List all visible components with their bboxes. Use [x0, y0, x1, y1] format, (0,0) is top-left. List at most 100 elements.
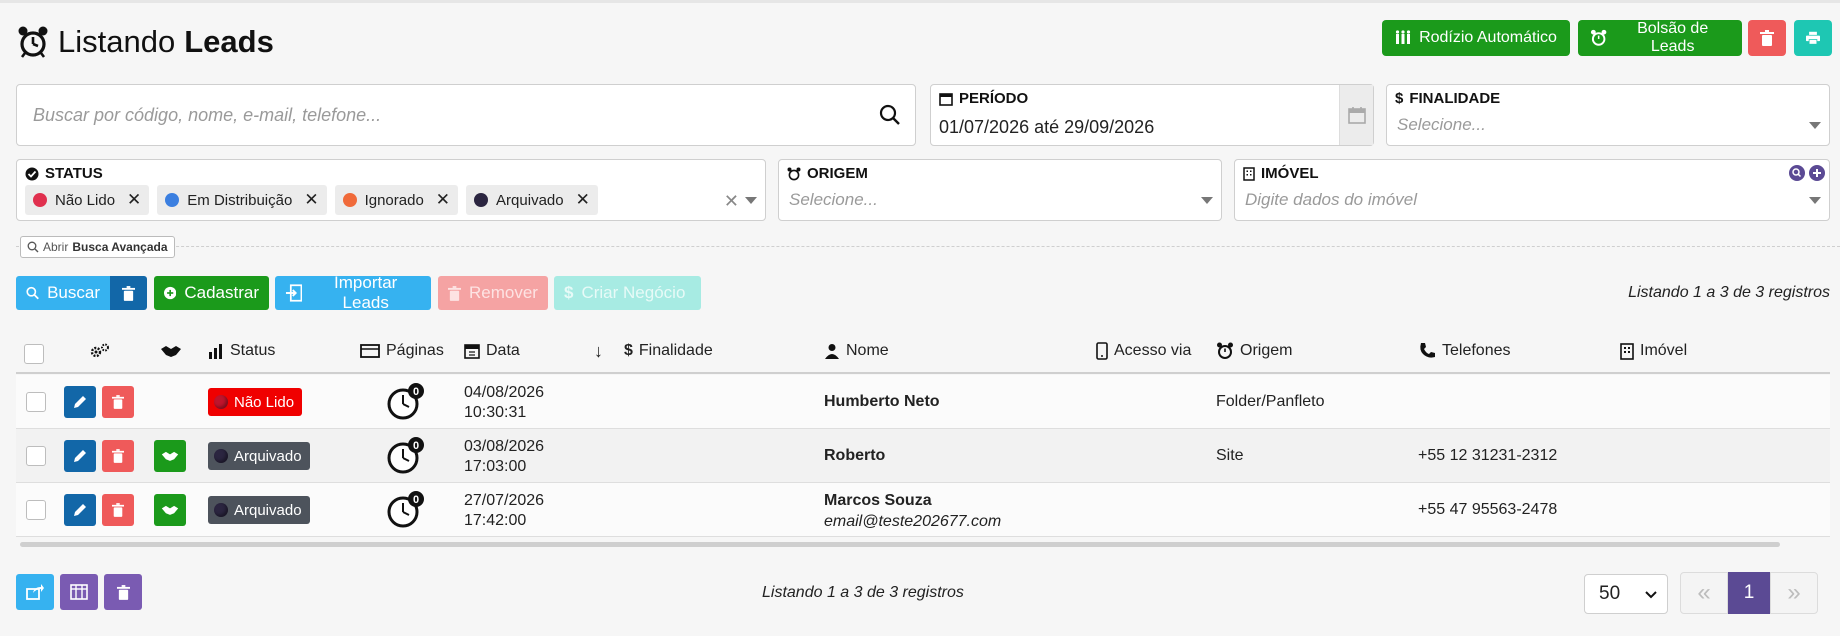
periodo-label-text: PERÍODO	[959, 90, 1029, 107]
origem-select[interactable]: ORIGEM Selecione...	[778, 159, 1222, 221]
periodo-calendar-toggle[interactable]	[1339, 85, 1373, 145]
clear-search-button[interactable]	[110, 276, 147, 310]
periodo-field[interactable]: PERÍODO 01/07/2026 até 29/09/2026	[930, 84, 1374, 146]
th-status[interactable]: Status	[208, 340, 275, 362]
alarm-clock-icon	[787, 167, 801, 180]
email-value[interactable]: email@teste202677.com	[824, 511, 1001, 532]
rodizio-automatico-label: Rodízio Automático	[1419, 29, 1557, 46]
columns-button[interactable]	[60, 574, 98, 610]
status-badge: Arquivado	[208, 442, 310, 470]
per-page-value: 50	[1599, 583, 1621, 604]
th-nome[interactable]: Nome	[824, 340, 889, 362]
edit-button[interactable]	[64, 494, 96, 526]
bulk-delete-button[interactable]	[104, 574, 142, 610]
date-value: 04/08/2026	[464, 384, 545, 401]
sort-desc-icon[interactable]: ↓	[594, 340, 603, 362]
export-button[interactable]	[16, 574, 54, 610]
remover-label: Remover	[469, 283, 538, 302]
search-circle-icon[interactable]	[1789, 165, 1805, 181]
edit-button[interactable]	[64, 386, 96, 418]
delete-button[interactable]	[1748, 20, 1786, 56]
listing-count-top: Listando 1 a 3 de 3 registros	[1628, 284, 1830, 301]
deal-button[interactable]	[154, 440, 186, 472]
date-cell: 04/08/2026 10:30:31	[464, 383, 544, 423]
origem-cell: Site	[1216, 447, 1244, 464]
pages-count: 0	[413, 386, 419, 398]
status-dot	[214, 449, 228, 463]
search-input[interactable]	[31, 103, 879, 127]
cadastrar-button[interactable]: Cadastrar	[154, 276, 269, 310]
check-circle-icon	[25, 167, 39, 180]
importar-leads-button[interactable]: Importar Leads	[275, 273, 431, 312]
advanced-search-toggle[interactable]: Abrir Busca Avançada	[20, 236, 175, 258]
remover-button[interactable]: Remover	[438, 276, 548, 310]
chevron-down-icon	[1645, 591, 1657, 599]
imovel-label: IMÓVEL	[1243, 165, 1319, 182]
close-icon[interactable]: ✕	[127, 190, 141, 210]
name-cell: Marcos Souza email@teste202677.com	[824, 490, 1001, 532]
status-dot	[214, 395, 228, 409]
imovel-label-text: IMÓVEL	[1261, 165, 1319, 182]
close-icon[interactable]: ✕	[436, 190, 450, 210]
table-row[interactable]: Arquivado 0 03/08/2026 17:03:00 Roberto …	[16, 429, 1830, 483]
status-badge-label: Não Lido	[234, 393, 295, 411]
bolsao-leads-button[interactable]: Bolsão de Leads	[1578, 20, 1742, 56]
page-next-double-icon[interactable]: »	[1770, 572, 1818, 614]
date-cell: 27/07/2026 17:42:00	[464, 491, 544, 531]
row-checkbox[interactable]	[26, 392, 46, 412]
th-data-label: Data	[486, 342, 520, 359]
th-nome-label: Nome	[846, 342, 889, 359]
trash-icon	[122, 285, 135, 301]
th-paginas[interactable]: Páginas	[360, 340, 444, 362]
finalidade-select[interactable]: $ FINALIDADE Selecione...	[1386, 84, 1830, 146]
deal-button[interactable]	[154, 494, 186, 526]
row-delete-button[interactable]	[102, 494, 134, 526]
row-delete-button[interactable]	[102, 386, 134, 418]
page-title-prefix: Listando	[58, 24, 176, 59]
building-icon	[1620, 342, 1634, 360]
th-telefones[interactable]: Telefones	[1418, 340, 1511, 362]
status-select[interactable]: STATUS Não Lido ✕ Em Distribuição ✕ Ignora…	[16, 159, 766, 221]
imovel-select[interactable]: IMÓVEL Digite dados do imóvel	[1234, 159, 1830, 221]
status-tag: Não Lido ✕	[25, 185, 150, 215]
horizontal-scrollbar[interactable]	[20, 542, 1780, 547]
page-title-strong: Leads	[184, 24, 274, 59]
close-icon[interactable]: ✕	[304, 190, 318, 210]
advanced-search-divider	[16, 246, 1840, 247]
status-tag: Ignorado ✕	[334, 185, 459, 215]
status-tag-label: Arquivado	[496, 191, 564, 209]
pages-count: 0	[413, 440, 419, 452]
th-data[interactable]: Data	[464, 340, 520, 362]
date-cell: 03/08/2026 17:03:00	[464, 437, 544, 477]
th-origem[interactable]: Origem	[1216, 340, 1292, 362]
pencil-icon	[74, 396, 86, 408]
criar-negocio-button[interactable]: $ Criar Negócio	[554, 276, 701, 310]
plus-circle-icon[interactable]	[1809, 165, 1825, 181]
status-dot	[33, 193, 47, 207]
buscar-button[interactable]: Buscar	[16, 276, 110, 310]
status-dot	[342, 193, 357, 207]
edit-button[interactable]	[64, 440, 96, 472]
search-icon[interactable]	[879, 104, 901, 126]
th-finalidade[interactable]: $ Finalidade	[624, 340, 713, 362]
page-prev-double-icon[interactable]: «	[1680, 572, 1728, 614]
row-checkbox[interactable]	[26, 446, 46, 466]
chevron-down-icon	[1809, 197, 1821, 204]
close-icon[interactable]: ✕	[576, 190, 590, 210]
row-delete-button[interactable]	[102, 440, 134, 472]
per-page-select[interactable]: 50	[1584, 574, 1668, 614]
rodizio-automatico-button[interactable]: Rodízio Automático	[1382, 20, 1570, 56]
cadastrar-label: Cadastrar	[184, 283, 259, 302]
th-paginas-label: Páginas	[386, 342, 444, 359]
th-acesso[interactable]: Acesso via	[1096, 340, 1191, 362]
select-all-checkbox[interactable]	[24, 344, 44, 364]
table-row[interactable]: Arquivado 0 27/07/2026 17:42:00 Marcos S…	[16, 483, 1830, 537]
clear-all-icon[interactable]: ✕	[724, 191, 739, 212]
row-checkbox[interactable]	[26, 500, 46, 520]
th-imovel[interactable]: Imóvel	[1620, 340, 1687, 362]
listing-count-bottom: Listando 1 a 3 de 3 registros	[762, 584, 964, 601]
print-button[interactable]	[1794, 20, 1832, 56]
page-1-button[interactable]: 1	[1728, 572, 1770, 614]
advanced-search-label: Busca Avançada	[72, 240, 168, 254]
table-row[interactable]: Não Lido 0 04/08/2026 10:30:31 Humberto …	[16, 375, 1830, 429]
